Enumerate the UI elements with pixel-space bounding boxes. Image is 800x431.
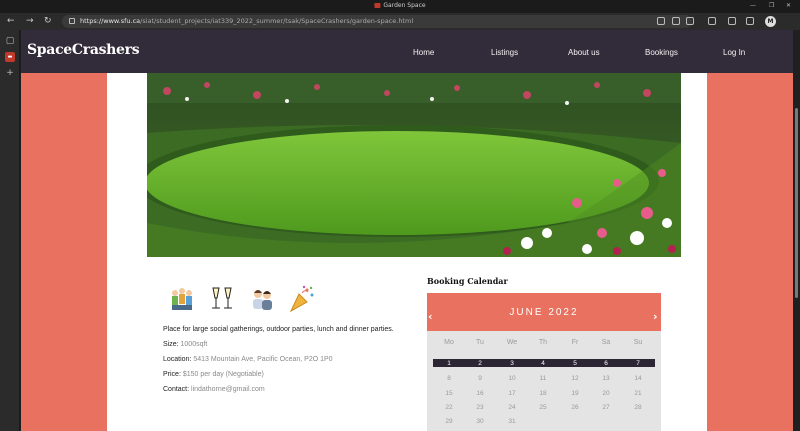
- group-of-people-icon: [167, 284, 197, 314]
- calendar-day[interactable]: 15: [434, 390, 464, 397]
- weekday-row: Mo Tu We Th Fr Sa Su: [427, 339, 661, 349]
- calendar-month: JUNE 2022: [509, 307, 579, 318]
- nav-bookings[interactable]: Bookings: [645, 48, 678, 57]
- calendar-day[interactable]: 29: [434, 418, 464, 425]
- calendar-day[interactable]: 11: [528, 375, 558, 382]
- calendar-day[interactable]: 17: [497, 390, 527, 397]
- site-favicon-icon: [374, 3, 381, 8]
- listing-description: Place for large social gatherings, outdo…: [163, 326, 394, 333]
- lock-icon: [69, 18, 75, 24]
- reload-icon[interactable]: ↻: [44, 16, 52, 27]
- calendar-day[interactable]: 5: [560, 360, 590, 367]
- maximize-icon[interactable]: ❐: [769, 2, 774, 9]
- url-text[interactable]: https://www.sfu.ca/siat/student_projects…: [80, 17, 413, 25]
- page-scrollbar[interactable]: [793, 30, 800, 431]
- listing-size: Size: 1000sqft: [163, 341, 208, 348]
- calendar-day[interactable]: 16: [465, 390, 495, 397]
- listing-price: Price: $150 per day (Negotiable): [163, 371, 264, 378]
- back-icon[interactable]: ←: [7, 16, 15, 27]
- window-title: Garden Space: [374, 2, 426, 9]
- calendar-day[interactable]: 31: [497, 418, 527, 425]
- nav-about-us[interactable]: About us: [568, 48, 600, 57]
- calendar-day[interactable]: 7: [623, 360, 653, 367]
- calendar-day[interactable]: 4: [528, 360, 558, 367]
- calendar-day[interactable]: 14: [623, 375, 653, 382]
- nav-listings[interactable]: Listings: [491, 48, 518, 57]
- couple-icon: [247, 284, 277, 314]
- extensions-icon[interactable]: [708, 17, 716, 25]
- listing-contact: Contact: lindathorne@gmail.com: [163, 386, 265, 393]
- calendar-day[interactable]: 3: [497, 360, 527, 367]
- party-popper-icon: [287, 284, 317, 314]
- calendar-day[interactable]: 22: [434, 404, 464, 411]
- contact-email-link[interactable]: lindathorne@gmail.com: [191, 386, 265, 393]
- calendar-day[interactable]: 26: [560, 404, 590, 411]
- calendar-day[interactable]: 8: [434, 375, 464, 382]
- nav-home[interactable]: Home: [413, 48, 434, 57]
- calendar-day[interactable]: 13: [591, 375, 621, 382]
- address-bar[interactable]: https://www.sfu.ca/siat/student_projects…: [62, 15, 692, 28]
- calendar-day[interactable]: 20: [591, 390, 621, 397]
- tracking-icon[interactable]: [686, 17, 694, 25]
- browser-sidebar: ▢ ▬ +: [0, 30, 20, 431]
- calendar-day[interactable]: 23: [465, 404, 495, 411]
- calendar-day[interactable]: 2: [465, 360, 495, 367]
- weekday-label: Su: [633, 339, 643, 346]
- calendar-day[interactable]: 27: [591, 404, 621, 411]
- main-content: Place for large social gatherings, outdo…: [107, 73, 707, 431]
- booking-calendar-heading: Booking Calendar: [427, 276, 508, 286]
- next-month-button[interactable]: ›: [653, 311, 658, 322]
- collections-icon[interactable]: [746, 17, 754, 25]
- amenity-icons: [167, 284, 317, 314]
- calendar-day[interactable]: 28: [623, 404, 653, 411]
- listing-location: Location: 5413 Mountain Ave, Pacific Oce…: [163, 356, 333, 363]
- site-navbar: SpaceCrashers Home Listings About us Boo…: [21, 30, 793, 73]
- close-window-icon[interactable]: ✕: [786, 2, 791, 9]
- calendar-day[interactable]: 10: [497, 375, 527, 382]
- minimize-icon[interactable]: —: [750, 2, 756, 9]
- champagne-toast-icon: [207, 284, 237, 314]
- calendar-day[interactable]: 19: [560, 390, 590, 397]
- calendar-day[interactable]: 30: [465, 418, 495, 425]
- calendar-day[interactable]: 1: [434, 360, 464, 367]
- web-page: SpaceCrashers Home Listings About us Boo…: [21, 30, 793, 431]
- weekday-label: Th: [538, 339, 548, 346]
- calendar-day[interactable]: 9: [465, 375, 495, 382]
- weekday-label: Fr: [571, 339, 579, 346]
- weekday-label: Sa: [601, 339, 611, 346]
- nav-log-in[interactable]: Log In: [723, 48, 745, 57]
- garden-photo: [147, 73, 681, 257]
- new-tab-icon[interactable]: +: [5, 68, 15, 78]
- favorites-icon[interactable]: [728, 17, 736, 25]
- calendar-day[interactable]: 6: [591, 360, 621, 367]
- weekday-label: Mo: [444, 339, 454, 346]
- browser-toolbar: ← → ↻ https://www.sfu.ca/siat/student_pr…: [0, 13, 800, 30]
- zoom-icon[interactable]: [672, 17, 680, 25]
- read-aloud-icon[interactable]: [657, 17, 665, 25]
- scrollbar-thumb[interactable]: [795, 108, 798, 298]
- calendar-day[interactable]: 18: [528, 390, 558, 397]
- calendar-day[interactable]: 24: [497, 404, 527, 411]
- calendar-day[interactable]: 12: [560, 375, 590, 382]
- nav-links: Home Listings About us Bookings Log In: [21, 30, 793, 73]
- tab-actions-icon[interactable]: ▢: [5, 36, 15, 46]
- calendar-header: ‹ JUNE 2022 ›: [427, 293, 661, 331]
- booking-calendar: ‹ JUNE 2022 › Mo Tu We Th Fr Sa Su 12345…: [427, 293, 661, 431]
- calendar-day[interactable]: 25: [528, 404, 558, 411]
- weekday-label: Tu: [476, 339, 484, 346]
- browser-titlebar: Garden Space — ❐ ✕: [0, 0, 800, 13]
- weekday-label: We: [506, 339, 518, 346]
- window-title-text: Garden Space: [383, 2, 426, 9]
- profile-avatar[interactable]: M: [765, 16, 776, 27]
- forward-icon[interactable]: →: [26, 16, 34, 27]
- calendar-day[interactable]: 21: [623, 390, 653, 397]
- active-tab-icon[interactable]: ▬: [5, 52, 15, 62]
